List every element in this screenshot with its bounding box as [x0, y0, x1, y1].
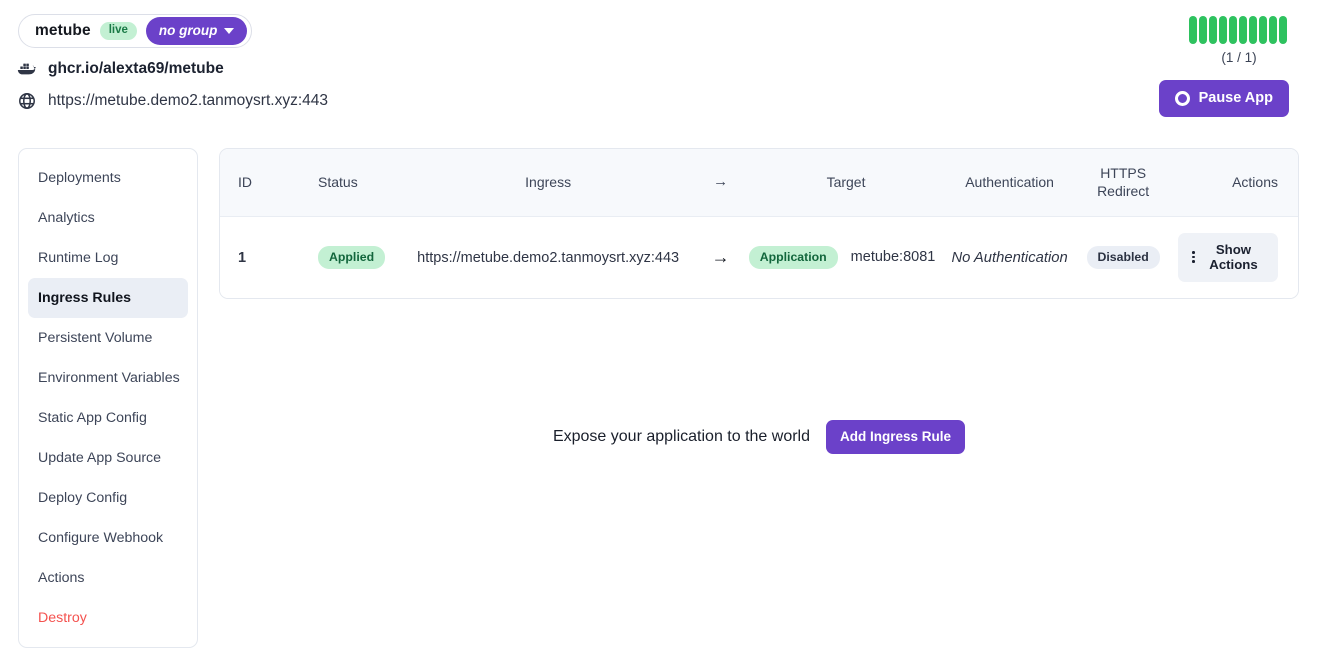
- cell-id: 1: [220, 216, 265, 298]
- table-head: ID Status Ingress → Target Authenticatio…: [220, 149, 1298, 217]
- add-ingress-rule-button[interactable]: Add Ingress Rule: [826, 420, 966, 454]
- group-selector[interactable]: no group: [145, 17, 248, 45]
- replica-bar: [1199, 16, 1207, 44]
- sidebar-item-label: Actions: [38, 570, 85, 586]
- app-image-line: ghcr.io/alexta69/metube: [16, 58, 224, 80]
- cell-target: Application metube:8081: [748, 216, 944, 298]
- sidebar-item-environment-variables[interactable]: Environment Variables: [28, 358, 188, 398]
- expose-application-text: Expose your application to the world: [552, 428, 810, 445]
- column-header-https-redirect: HTTPS Redirect: [1075, 149, 1171, 217]
- column-header-arrow: →: [692, 149, 749, 217]
- column-header-ingress: Ingress: [403, 149, 693, 217]
- app-image-text: ghcr.io/alexta69/metube: [48, 60, 224, 77]
- cell-actions: Show Actions: [1170, 216, 1298, 298]
- app-title-pill: metube live no group: [18, 14, 253, 48]
- sidebar-item-configure-webhook[interactable]: Configure Webhook: [28, 518, 188, 558]
- cell-authentication: No Authentication: [943, 216, 1076, 298]
- sidebar-item-label: Ingress Rules: [38, 290, 132, 306]
- sidebar-item-label: Analytics: [38, 210, 95, 226]
- sidebar-item-label: Deployments: [38, 170, 121, 186]
- replica-bar: [1279, 16, 1287, 44]
- replica-bar: [1209, 16, 1217, 44]
- https-redirect-badge: Disabled: [1086, 245, 1160, 270]
- column-header-status: Status: [264, 149, 404, 217]
- replica-count-label: (1 / 1): [1221, 50, 1257, 65]
- column-header-actions: Actions: [1170, 149, 1298, 217]
- replica-bars: [1189, 16, 1289, 44]
- sidebar-item-runtime-log[interactable]: Runtime Log: [28, 238, 188, 278]
- docker-whale-icon: [16, 58, 38, 80]
- replica-bar: [1229, 16, 1237, 44]
- replica-bar: [1219, 16, 1227, 44]
- sidebar-item-actions[interactable]: Actions: [28, 558, 188, 598]
- app-url-line: https://metube.demo2.tanmoysrt.xyz:443: [16, 90, 328, 112]
- sidebar-item-label: Update App Source: [38, 450, 162, 466]
- replica-bar: [1269, 16, 1277, 44]
- table-row: 1 Applied https://metube.demo2.tanmoysrt…: [220, 216, 1298, 298]
- sidebar-item-ingress-rules[interactable]: Ingress Rules: [28, 278, 188, 318]
- replica-status: (1 / 1): [1189, 16, 1289, 65]
- sidebar-item-label: Destroy: [38, 610, 87, 626]
- column-header-target: Target: [748, 149, 944, 217]
- arrow-right-icon: →: [692, 216, 749, 298]
- sidebar-item-label: Persistent Volume: [38, 330, 153, 346]
- page-title: metube: [35, 22, 91, 39]
- replica-bar: [1189, 16, 1197, 44]
- target-wrapper: Application metube:8081: [748, 245, 936, 270]
- show-actions-label: Show Actions: [1209, 242, 1258, 272]
- expose-application-row: Expose your application to the world Add…: [219, 420, 1299, 454]
- sidebar-item-deployments[interactable]: Deployments: [28, 158, 188, 198]
- replica-bar: [1249, 16, 1257, 44]
- status-badge: Applied: [318, 245, 386, 270]
- sidebar-item-static-app-config[interactable]: Static App Config: [28, 398, 188, 438]
- pause-app-label: Pause App: [1198, 90, 1273, 106]
- cell-status: Applied: [264, 216, 404, 298]
- app-url-text: https://metube.demo2.tanmoysrt.xyz:443: [48, 92, 328, 109]
- status-badge-live: live: [99, 21, 137, 41]
- pause-app-button[interactable]: Pause App: [1158, 80, 1289, 117]
- replica-bar: [1259, 16, 1267, 44]
- cell-ingress: https://metube.demo2.tanmoysrt.xyz:443: [403, 216, 693, 298]
- sidebar-item-deploy-config[interactable]: Deploy Config: [28, 478, 188, 518]
- sidebar-item-persistent-volume[interactable]: Persistent Volume: [28, 318, 188, 358]
- column-header-id: ID: [220, 149, 265, 217]
- sidebar-item-label: Runtime Log: [38, 250, 119, 266]
- kebab-menu-icon: [1192, 251, 1195, 263]
- group-selector-label: no group: [158, 23, 218, 38]
- sidebar-item-label: Configure Webhook: [38, 530, 164, 546]
- ingress-rules-table-card: ID Status Ingress → Target Authenticatio…: [219, 148, 1299, 299]
- target-type-badge: Application: [748, 245, 838, 270]
- show-actions-button[interactable]: Show Actions: [1178, 233, 1278, 282]
- table-header-row: ID Status Ingress → Target Authenticatio…: [220, 149, 1298, 217]
- cell-https-redirect: Disabled: [1075, 216, 1171, 298]
- pause-circle-icon: [1174, 90, 1190, 106]
- sidebar-item-destroy[interactable]: Destroy: [28, 598, 188, 638]
- ingress-rules-table: ID Status Ingress → Target Authenticatio…: [220, 149, 1298, 298]
- sidebar: Deployments Analytics Runtime Log Ingress R…: [18, 148, 198, 648]
- sidebar-item-update-app-source[interactable]: Update App Source: [28, 438, 188, 478]
- sidebar-item-analytics[interactable]: Analytics: [28, 198, 188, 238]
- sidebar-item-label: Static App Config: [38, 410, 147, 426]
- target-address: metube:8081: [850, 249, 936, 266]
- replica-bar: [1239, 16, 1247, 44]
- app-header: metube live no group ghcr.io/alexta69/me…: [0, 0, 1320, 130]
- sidebar-item-label: Environment Variables: [38, 370, 180, 386]
- chevron-down-icon: [224, 27, 235, 34]
- globe-icon: [16, 90, 38, 112]
- sidebar-item-label: Deploy Config: [38, 490, 128, 506]
- column-header-authentication: Authentication: [943, 149, 1076, 217]
- table-body: 1 Applied https://metube.demo2.tanmoysrt…: [220, 216, 1298, 298]
- body-area: Deployments Analytics Runtime Log Ingress R…: [0, 130, 1320, 656]
